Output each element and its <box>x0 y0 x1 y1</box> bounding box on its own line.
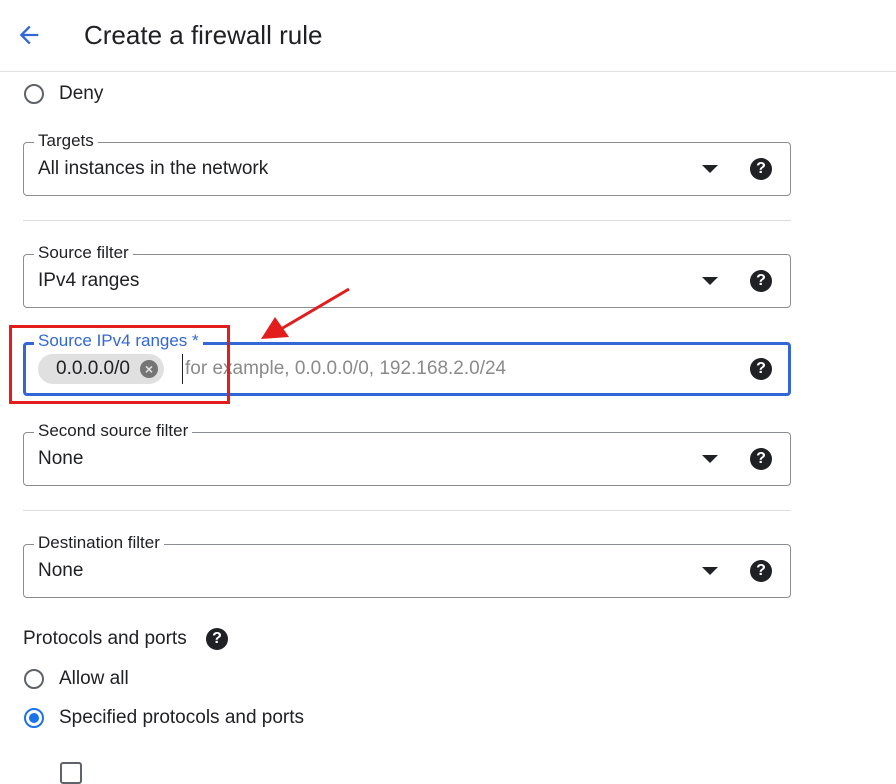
second-source-filter-value: None <box>38 448 84 469</box>
targets-select[interactable]: Targets All instances in the network ? <box>23 130 791 196</box>
allow-all-radio[interactable] <box>24 669 44 689</box>
dropdown-arrow-icon[interactable] <box>702 455 718 463</box>
help-icon[interactable]: ? <box>750 158 772 180</box>
help-icon[interactable]: ? <box>206 628 228 650</box>
divider <box>23 510 791 511</box>
dropdown-arrow-icon[interactable] <box>702 277 718 285</box>
second-source-filter-label: Second source filter <box>34 420 193 442</box>
targets-value: All instances in the network <box>38 158 269 179</box>
source-ranges-input[interactable] <box>182 354 725 384</box>
second-source-filter-select[interactable]: Second source filter None ? <box>23 420 791 486</box>
annotation-arrow-icon <box>261 287 350 339</box>
help-icon[interactable]: ? <box>750 560 772 582</box>
help-icon[interactable]: ? <box>750 358 772 380</box>
source-filter-select[interactable]: Source filter IPv4 ranges ? <box>23 242 791 308</box>
annotation-highlight-box <box>9 325 230 404</box>
protocols-title: Protocols and ports <box>23 628 187 649</box>
destination-filter-select[interactable]: Destination filter None ? <box>23 532 791 598</box>
targets-label: Targets <box>34 130 98 152</box>
destination-filter-value: None <box>38 560 84 581</box>
protocol-checkbox[interactable] <box>60 762 82 784</box>
specified-protocols-label: Specified protocols and ports <box>59 707 305 728</box>
page-header: Create a firewall rule <box>0 0 896 72</box>
help-icon[interactable]: ? <box>750 448 772 470</box>
page-title: Create a firewall rule <box>84 20 323 50</box>
back-button[interactable] <box>12 18 46 52</box>
deny-radio[interactable] <box>24 84 44 104</box>
help-icon[interactable]: ? <box>750 270 772 292</box>
destination-filter-label: Destination filter <box>34 532 164 554</box>
arrow-left-icon <box>19 25 39 45</box>
dropdown-arrow-icon[interactable] <box>702 567 718 575</box>
deny-label: Deny <box>59 83 104 104</box>
divider <box>23 220 791 221</box>
dropdown-arrow-icon[interactable] <box>702 165 718 173</box>
source-filter-label: Source filter <box>34 242 133 264</box>
allow-all-label: Allow all <box>59 668 129 689</box>
specified-protocols-radio[interactable] <box>24 708 44 728</box>
source-filter-value: IPv4 ranges <box>38 270 140 291</box>
